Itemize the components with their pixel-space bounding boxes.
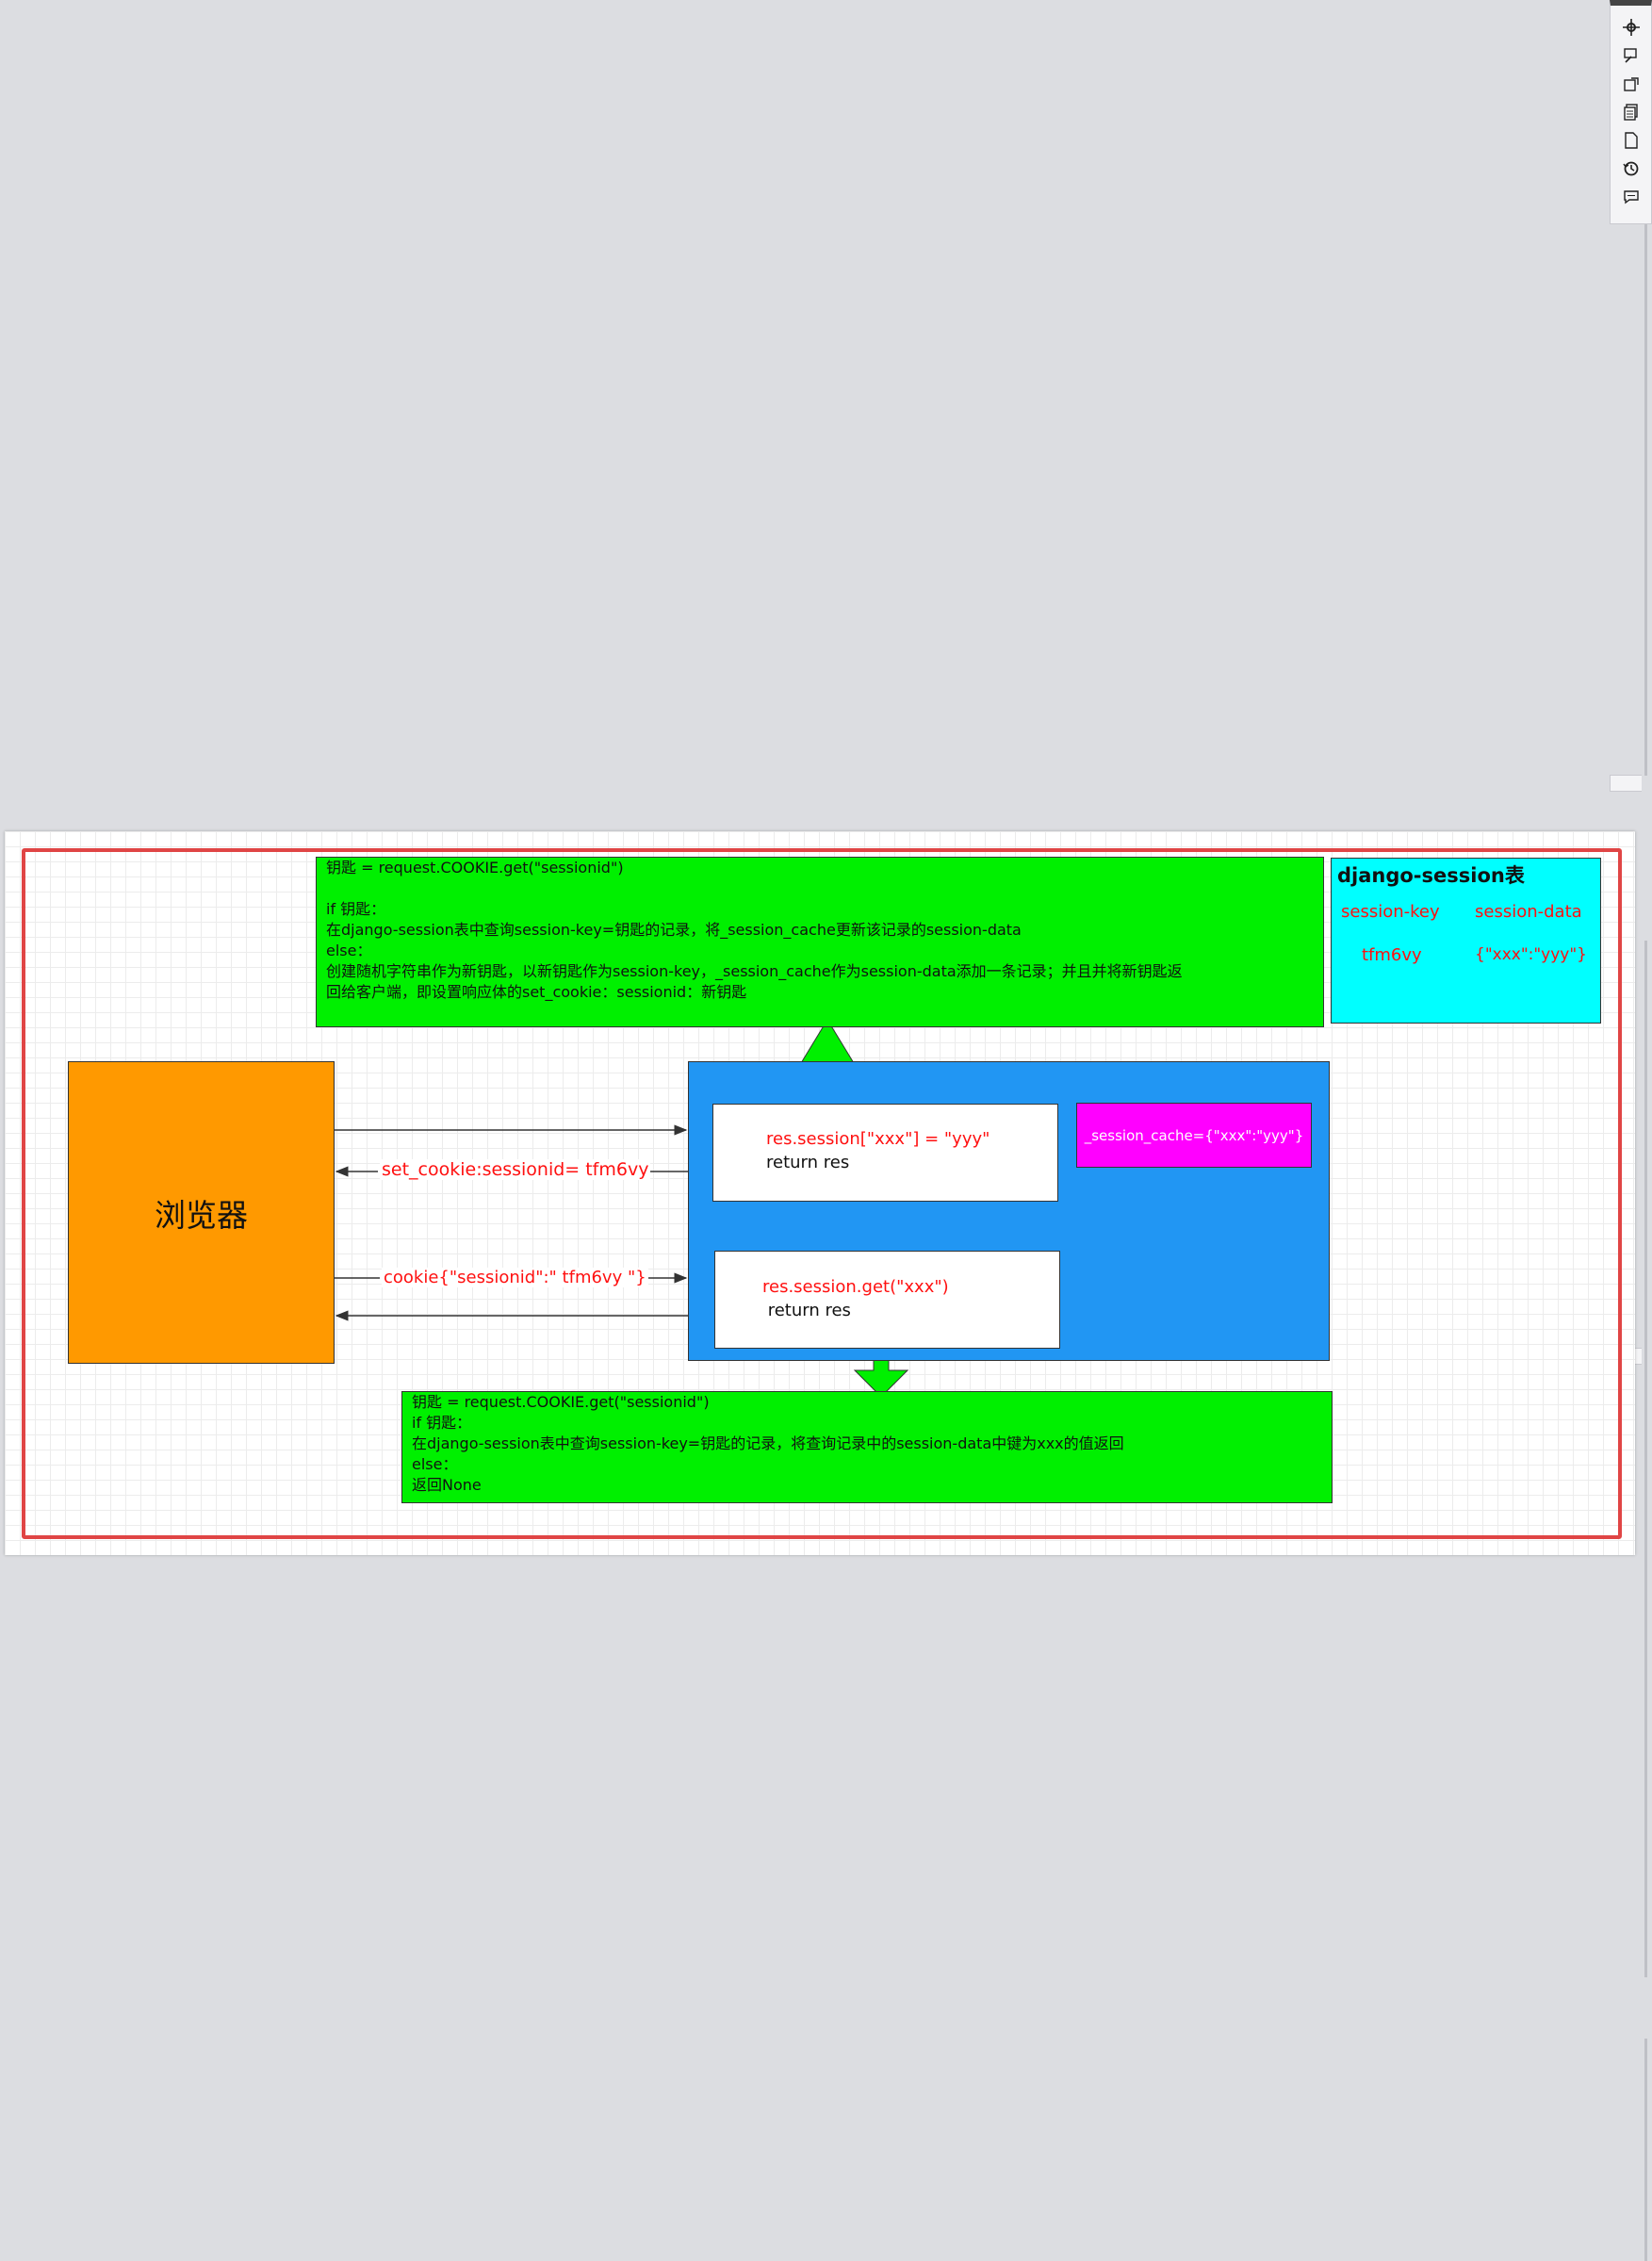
bottom-note: 钥匙 = request.COOKIE.get("sessionid") if … [401,1391,1333,1503]
diagram-canvas[interactable]: 钥匙 = request.COOKIE.get("sessionid") if … [5,831,1635,1555]
session-data-header: session-data [1475,902,1582,922]
set-session-return: return res [766,1153,850,1172]
browser-label: 浏览器 [155,1196,248,1234]
session-cache-label: _session_cache={"xxx":"yyy"} [1084,1126,1304,1144]
scrollbar[interactable] [1644,224,1650,2261]
top-note-line: if 钥匙： [326,900,386,918]
session-key-value: tfm6vy [1362,945,1422,965]
get-session-code: res.session.get("xxx") [762,1277,949,1297]
bottom-note-line: 返回None [412,1476,482,1494]
bottom-note-line: 钥匙 = request.COOKIE.get("sessionid") [412,1393,710,1411]
session-table-title: django-session表 [1337,864,1525,887]
export-icon[interactable] [1618,72,1644,96]
bottom-note-line: else： [412,1455,458,1473]
set-session-box[interactable]: res.session["xxx"] = "yyy" return res [712,1104,1058,1202]
crosshair-icon[interactable] [1618,15,1644,40]
top-note-line: else： [326,942,372,959]
session-table[interactable]: django-session表 session-key session-data… [1331,858,1601,1024]
top-note-line: 在django-session表中查询session-key=钥匙的记录，将_s… [326,921,1022,939]
get-session-return: return res [762,1301,851,1320]
cookie-label: cookie{"sessionid":" tfm6vy "} [382,1268,648,1287]
side-tab[interactable] [1610,775,1642,792]
set-session-code: res.session["xxx"] = "yyy" [766,1129,990,1149]
session-key-header: session-key [1341,902,1440,922]
top-note-line: 回给客户端，即设置响应体的set_cookie：sessionid：新钥匙 [326,983,747,1001]
top-note-line: 创建随机字符串作为新钥匙，以新钥匙作为session-key，_session_… [326,962,1183,980]
get-session-box[interactable]: res.session.get("xxx") return res [714,1251,1060,1349]
pages-icon[interactable] [1618,100,1644,124]
set-cookie-label: set_cookie:sessionid= tfm6vy [380,1159,651,1180]
right-toolbar [1610,0,1652,224]
browser-node[interactable]: 浏览器 [68,1061,335,1364]
page-icon[interactable] [1618,128,1644,153]
comment-icon[interactable] [1618,185,1644,209]
session-cache-node[interactable]: _session_cache={"xxx":"yyy"} [1076,1103,1312,1168]
bottom-note-line: 在django-session表中查询session-key=钥匙的记录，将查询… [412,1434,1124,1452]
top-note-line: 钥匙 = request.COOKIE.get("sessionid") [326,859,624,877]
history-icon[interactable] [1618,156,1644,181]
format-icon[interactable] [1618,43,1644,68]
bottom-note-line: if 钥匙： [412,1414,472,1432]
top-note: 钥匙 = request.COOKIE.get("sessionid") if … [316,857,1324,1027]
session-data-value: {"xxx":"yyy"} [1475,945,1587,964]
